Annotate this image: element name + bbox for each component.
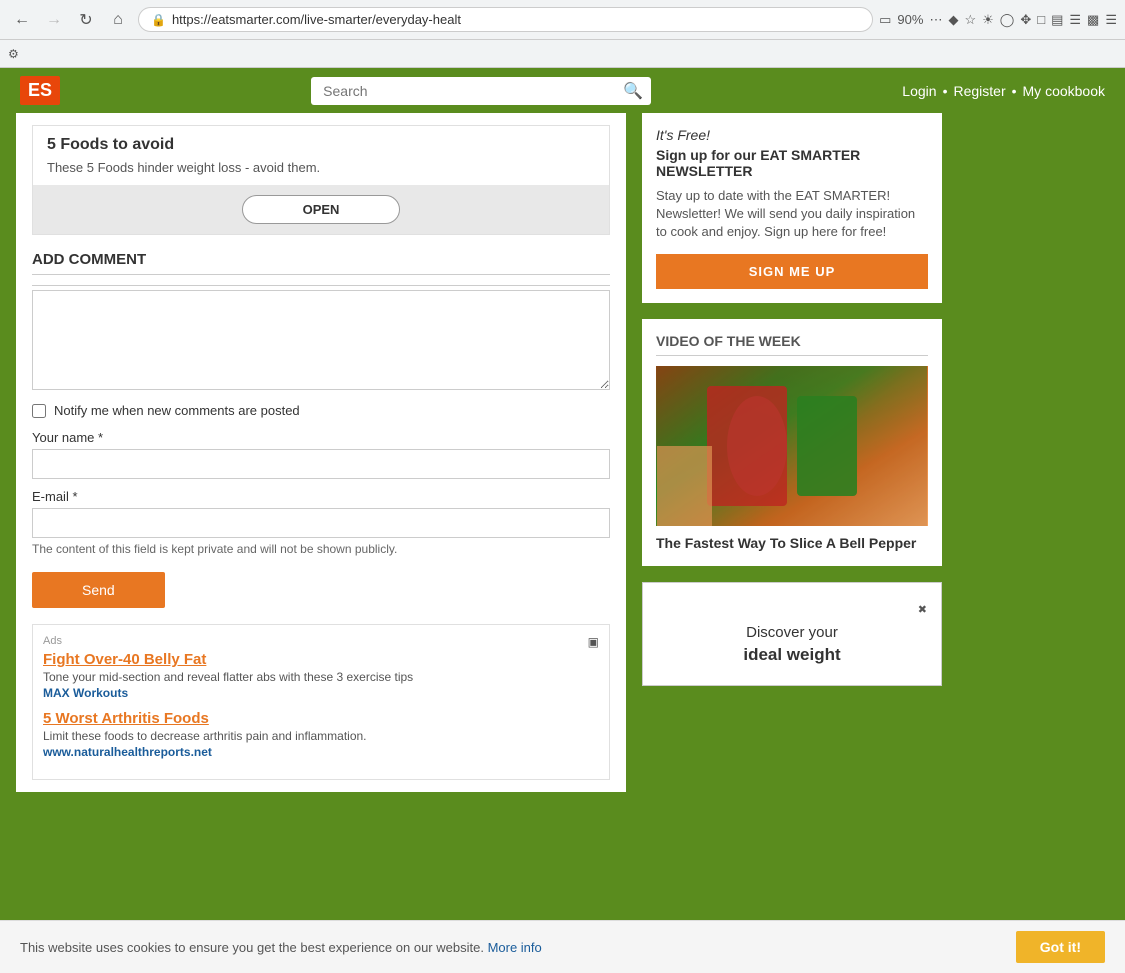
ideal-weight-box: ✖ Discover your ideal weight [642,582,942,686]
save-icon[interactable]: ▤ [1051,12,1063,28]
sidebar-icon[interactable]: ▩ [1087,12,1099,28]
video-thumb-svg [656,366,928,526]
profile-icon[interactable]: ☀ [982,12,994,28]
menu-icon[interactable]: ☰ [1105,12,1117,28]
ad-desc-1: Tone your mid-section and reveal flatter… [43,670,599,684]
newsletter-free: It's Free! [656,127,928,143]
ad-item-1: Fight Over-40 Belly Fat Tone your mid-se… [43,651,599,700]
reload-button[interactable]: ↻ [72,6,100,34]
newsletter-box: It's Free! Sign up for our EAT SMARTER N… [642,113,942,303]
newsletter-title: Sign up for our EAT SMARTER NEWSLETTER [656,147,928,179]
ads-header: Ads ▣ [43,635,599,651]
got-it-button[interactable]: Got it! [1016,931,1105,963]
comment-textarea[interactable] [32,290,610,390]
ad-link-2[interactable]: www.naturalhealthreports.net [43,745,212,759]
send-button[interactable]: Send [32,572,165,608]
ideal-weight-close-icon[interactable]: ✖ [918,603,927,616]
promo-desc: These 5 Foods hinder weight loss - avoid… [47,160,595,175]
notify-row: Notify me when new comments are posted [32,403,610,418]
email-label: E-mail * [32,489,610,504]
cookbook-link[interactable]: My cookbook [1023,83,1105,99]
menu-bar: ⚙ [0,40,1125,68]
name-field: Your name * [32,430,610,479]
ads-section: Ads ▣ Fight Over-40 Belly Fat Tone your … [32,624,610,780]
video-box: VIDEO OF THE WEEK [642,319,942,566]
left-content: 5 Foods to avoid These 5 Foods hinder we… [16,113,626,792]
address-bar[interactable]: 🔒 https://eatsmarter.com/live-smarter/ev… [138,7,873,32]
url-text: https://eatsmarter.com/live-smarter/ever… [172,12,860,27]
nav-dot-1: • [943,83,948,99]
browser-chrome: ← → ↻ ⌂ 🔒 https://eatsmarter.com/live-sm… [0,0,1125,40]
name-label: Your name * [32,430,610,445]
right-sidebar: It's Free! Sign up for our EAT SMARTER N… [642,113,942,792]
promo-box: 5 Foods to avoid These 5 Foods hinder we… [32,125,610,235]
cookie-bar: This website uses cookies to ensure you … [0,920,1125,973]
section-title: ADD COMMENT [32,251,610,275]
ads-label: Ads [43,635,62,647]
back-button[interactable]: ← [8,6,36,34]
ad-title-1[interactable]: Fight Over-40 Belly Fat [43,651,599,668]
more-info-link[interactable]: More info [488,940,542,955]
ideal-weight-line2: ideal weight [657,645,927,665]
promo-footer: OPEN [33,185,609,234]
sign-up-button[interactable]: SIGN ME UP [656,254,928,289]
video-title: The Fastest Way To Slice A Bell Pepper [656,534,928,552]
library-icon[interactable]: ☰ [1069,12,1081,28]
ideal-weight-header: ✖ [657,603,927,616]
bookmark-icon[interactable]: ☆ [964,12,976,28]
ad-desc-2: Limit these foods to decrease arthritis … [43,729,599,743]
search-icon[interactable]: 🔍 [623,81,643,101]
email-input[interactable] [32,508,610,538]
promo-title: 5 Foods to avoid [47,136,595,154]
home-button[interactable]: ⌂ [104,6,132,34]
main-layout: 5 Foods to avoid These 5 Foods hinder we… [0,113,1125,812]
site-header: ES 🔍 Login • Register • My cookbook [0,68,1125,113]
name-input[interactable] [32,449,610,479]
video-thumbnail[interactable] [656,366,928,526]
add-comment-section: ADD COMMENT Notify me when new comments … [32,251,610,608]
promo-content: 5 Foods to avoid These 5 Foods hinder we… [33,126,609,185]
separator-line [32,285,610,286]
header-nav: Login • Register • My cookbook [902,83,1105,99]
notify-checkbox[interactable] [32,404,46,418]
zoom-level: 90% [897,12,923,27]
gear-icon[interactable]: ⚙ [8,47,19,61]
extension-icon[interactable]: ✥ [1020,12,1031,28]
ad-title-2[interactable]: 5 Worst Arthritis Foods [43,710,599,727]
newsletter-desc: Stay up to date with the EAT SMARTER! Ne… [656,187,928,242]
vpn-icon[interactable]: ◆ [948,12,958,28]
email-hint: The content of this field is kept privat… [32,542,610,556]
page-wrapper: ES 🔍 Login • Register • My cookbook 5 Fo… [0,68,1125,968]
cookie-text: This website uses cookies to ensure you … [20,940,996,955]
search-bar: 🔍 [311,77,651,105]
lock-icon: 🔒 [151,13,166,27]
ad-link-1[interactable]: MAX Workouts [43,686,128,700]
ad-item-2: 5 Worst Arthritis Foods Limit these food… [43,710,599,759]
nav-dot-2: • [1012,83,1017,99]
reader-icon[interactable]: ▭ [879,12,891,28]
email-required: * [72,489,77,504]
open-button[interactable]: OPEN [242,195,401,224]
name-required: * [98,430,103,445]
email-field: E-mail * The content of this field is ke… [32,489,610,556]
register-link[interactable]: Register [953,83,1005,99]
notify-label: Notify me when new comments are posted [54,403,300,418]
video-section-title: VIDEO OF THE WEEK [656,333,928,356]
browser-tools: ▭ 90% ⋯ ◆ ☆ ☀ ◯ ✥ □ ▤ ☰ ▩ ☰ [879,12,1117,28]
forward-button[interactable]: → [40,6,68,34]
ads-close-icon[interactable]: ▣ [588,635,599,649]
more-tools-icon[interactable]: ⋯ [929,12,942,28]
login-link[interactable]: Login [902,83,936,99]
ideal-weight-line1: Discover your [657,624,927,641]
clock-icon[interactable]: ◯ [1000,12,1015,28]
copy-icon[interactable]: □ [1037,12,1045,27]
search-input[interactable] [311,77,651,105]
site-logo[interactable]: ES [20,76,60,105]
